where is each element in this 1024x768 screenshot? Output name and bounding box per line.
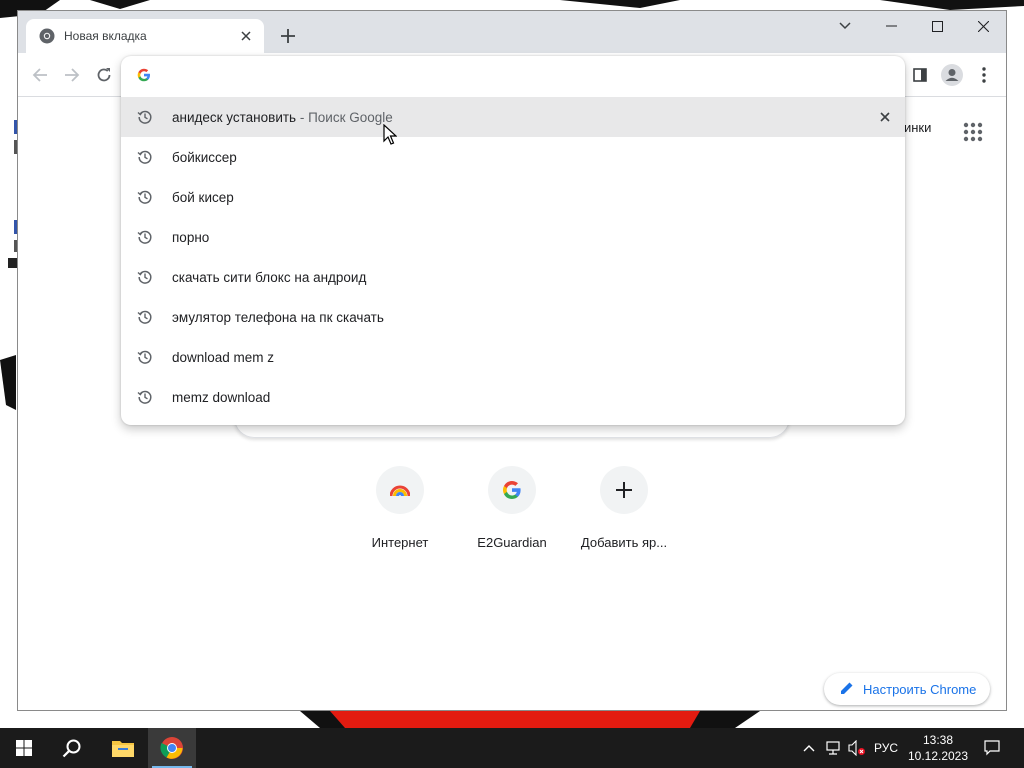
mouse-cursor-icon xyxy=(383,123,398,146)
history-icon xyxy=(137,149,153,165)
clock-date: 10.12.2023 xyxy=(907,749,969,763)
shortcut-e2guardian[interactable]: E2Guardian xyxy=(456,466,568,550)
suggestion-text: memz download xyxy=(172,389,271,405)
language-label: РУС xyxy=(873,741,899,755)
notifications-icon[interactable] xyxy=(978,728,1006,768)
maximize-button[interactable] xyxy=(914,11,960,41)
history-icon xyxy=(137,389,153,405)
tab-new-tab[interactable]: Новая вкладка xyxy=(26,19,264,53)
suggestion-text: download mem z xyxy=(172,349,275,365)
windows-start-icon[interactable] xyxy=(0,728,48,768)
history-icon xyxy=(137,189,153,205)
remove-suggestion-icon[interactable] xyxy=(877,109,893,125)
close-tab-icon[interactable] xyxy=(238,28,254,44)
file-explorer-icon[interactable] xyxy=(99,728,147,768)
suggestion-item[interactable]: скачать сити блокс на андроид xyxy=(121,257,905,297)
minimize-button[interactable] xyxy=(868,11,914,41)
omnibox-input[interactable] xyxy=(167,64,867,86)
menu-dots-icon[interactable] xyxy=(972,63,996,87)
customize-chrome-button[interactable]: Настроить Chrome xyxy=(824,673,990,705)
google-g-icon xyxy=(488,466,536,514)
suggestion-list: анидеск установить - Поиск Google бойкис… xyxy=(121,97,905,417)
tray-chevron-up-icon[interactable] xyxy=(798,728,820,768)
shortcut-label: E2Guardian xyxy=(477,535,547,550)
suggestion-item[interactable]: memz download xyxy=(121,377,905,417)
tab-search-icon[interactable] xyxy=(822,11,868,41)
history-icon xyxy=(137,349,153,365)
back-button[interactable] xyxy=(28,63,52,87)
suggestion-item[interactable]: download mem z xyxy=(121,337,905,377)
side-panel-icon[interactable] xyxy=(908,63,932,87)
clock-time: 13:38 xyxy=(922,733,954,747)
forward-button[interactable] xyxy=(60,63,84,87)
customize-label: Настроить Chrome xyxy=(863,681,977,697)
language-indicator[interactable]: РУС xyxy=(870,728,902,768)
pencil-icon xyxy=(840,681,854,698)
plus-icon xyxy=(600,466,648,514)
suggestion-text: эмулятор телефона на пк скачать xyxy=(172,309,384,325)
taskbar: РУС 13:38 10.12.2023 xyxy=(0,728,1024,768)
suggestion-suffix: - Поиск Google xyxy=(296,109,393,125)
history-icon xyxy=(137,109,153,125)
google-apps-icon[interactable] xyxy=(961,120,985,144)
reload-button[interactable] xyxy=(92,63,116,87)
shortcut-label: Добавить яр... xyxy=(580,535,668,550)
volume-muted-icon[interactable] xyxy=(846,728,868,768)
tab-strip: Новая вкладка xyxy=(18,11,1006,53)
clock[interactable]: 13:38 10.12.2023 xyxy=(900,732,976,764)
network-icon[interactable] xyxy=(822,728,844,768)
suggestion-item[interactable]: бой кисер xyxy=(121,177,905,217)
chrome-window: Новая вкладка тинки Интернет E2Guardian … xyxy=(17,10,1007,711)
shortcut-add[interactable]: Добавить яр... xyxy=(568,466,680,550)
shortcut-label: Интернет xyxy=(371,535,429,550)
suggestion-text: анидеск установить xyxy=(172,109,297,125)
suggestion-text: скачать сити блокс на андроид xyxy=(172,269,367,285)
suggestion-text: бойкиссер xyxy=(172,149,237,165)
profile-avatar-icon[interactable] xyxy=(940,63,964,87)
history-icon xyxy=(137,269,153,285)
omnibox-dropdown: анидеск установить - Поиск Google бойкис… xyxy=(121,56,905,425)
history-icon xyxy=(137,229,153,245)
search-icon[interactable] xyxy=(48,728,96,768)
suggestion-item[interactable]: эмулятор телефона на пк скачать xyxy=(121,297,905,337)
chrome-taskbar-icon[interactable] xyxy=(148,728,196,768)
omnibox-row xyxy=(121,56,905,94)
suggestion-text: бой кисер xyxy=(172,189,234,205)
rainbow-icon xyxy=(376,466,424,514)
shortcut-internet[interactable]: Интернет xyxy=(344,466,456,550)
close-window-button[interactable] xyxy=(960,11,1006,41)
google-g-icon xyxy=(137,68,151,82)
suggestion-item[interactable]: анидеск установить - Поиск Google xyxy=(121,97,905,137)
suggestion-text: порно xyxy=(172,229,210,245)
tab-title: Новая вкладка xyxy=(64,29,147,43)
history-icon xyxy=(137,309,153,325)
chrome-icon xyxy=(39,28,55,44)
new-tab-button[interactable] xyxy=(277,25,299,47)
suggestion-item[interactable]: бойкиссер xyxy=(121,137,905,177)
suggestion-item[interactable]: порно xyxy=(121,217,905,257)
